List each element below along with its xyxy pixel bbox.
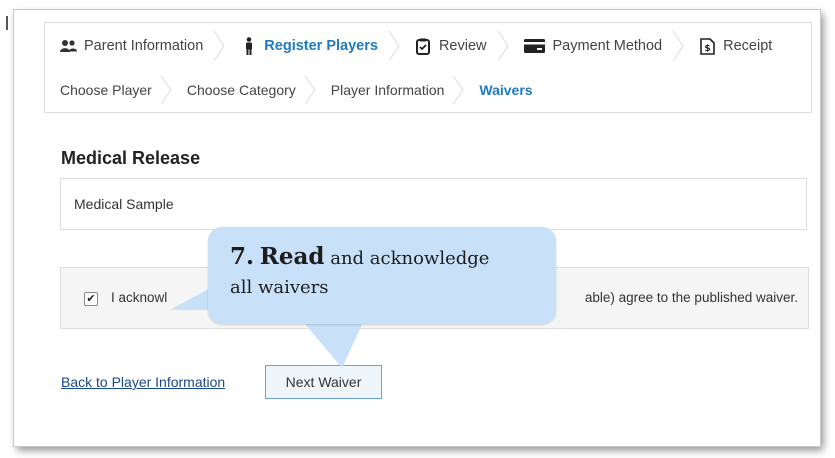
instruction-callout: 7. Read and acknowledge all waivers [208,227,556,324]
substep-label: Waivers [479,82,533,98]
step-register-players[interactable]: Register Players [225,23,400,69]
callout-line-2: all waivers [230,277,329,298]
sub-steps: Choose Player Choose Category Player Inf… [44,68,812,113]
acknowledge-checkbox[interactable]: ✔ [84,292,98,306]
callout-number: 7. [230,243,255,270]
svg-text:$: $ [704,44,710,54]
users-icon [60,38,77,55]
chevron-divider-icon [672,31,684,61]
substep-choose-player[interactable]: Choose Player [45,68,172,112]
step-label: Payment Method [552,38,663,54]
step-label: Receipt [723,38,773,54]
substep-player-information[interactable]: Player Information [316,68,465,112]
chevron-divider-icon [304,76,316,104]
waiver-name: Medical Sample [74,196,174,212]
substep-label: Choose Player [60,82,152,98]
step-review[interactable]: Review [400,23,509,69]
substep-waivers[interactable]: Waivers [464,68,552,112]
step-parent-information[interactable]: Parent Information [45,23,225,69]
registration-steps: Parent Information Register Players Revi… [44,22,812,70]
callout-rest: and acknowledge [330,248,490,269]
substep-label: Player Information [330,82,445,98]
step-label: Parent Information [84,38,204,54]
step-label: Review [438,38,487,54]
chevron-divider-icon [497,31,509,61]
clipboard-icon [415,38,432,55]
credit-card-icon [524,38,546,55]
chevron-divider-icon [452,76,465,104]
chevron-divider-icon [388,31,400,61]
callout-bold-word: Read [259,243,325,270]
acknowledge-text-end: able) agree to the published waiver. [584,290,798,305]
substep-choose-category[interactable]: Choose Category [172,68,316,112]
chevron-divider-icon [160,76,172,104]
section-title: Medical Release [61,148,201,168]
step-payment-method[interactable]: Payment Method [509,23,685,69]
receipt-icon: $ [699,37,716,55]
waiver-text-box: Medical Sample [60,178,807,230]
chevron-divider-icon [213,31,225,61]
person-icon [240,37,257,55]
callout-line-1: 7. Read and acknowledge [230,243,489,270]
step-label: Register Players [264,38,378,54]
step-receipt[interactable]: $ Receipt [684,23,782,69]
substep-label: Choose Category [186,82,296,98]
